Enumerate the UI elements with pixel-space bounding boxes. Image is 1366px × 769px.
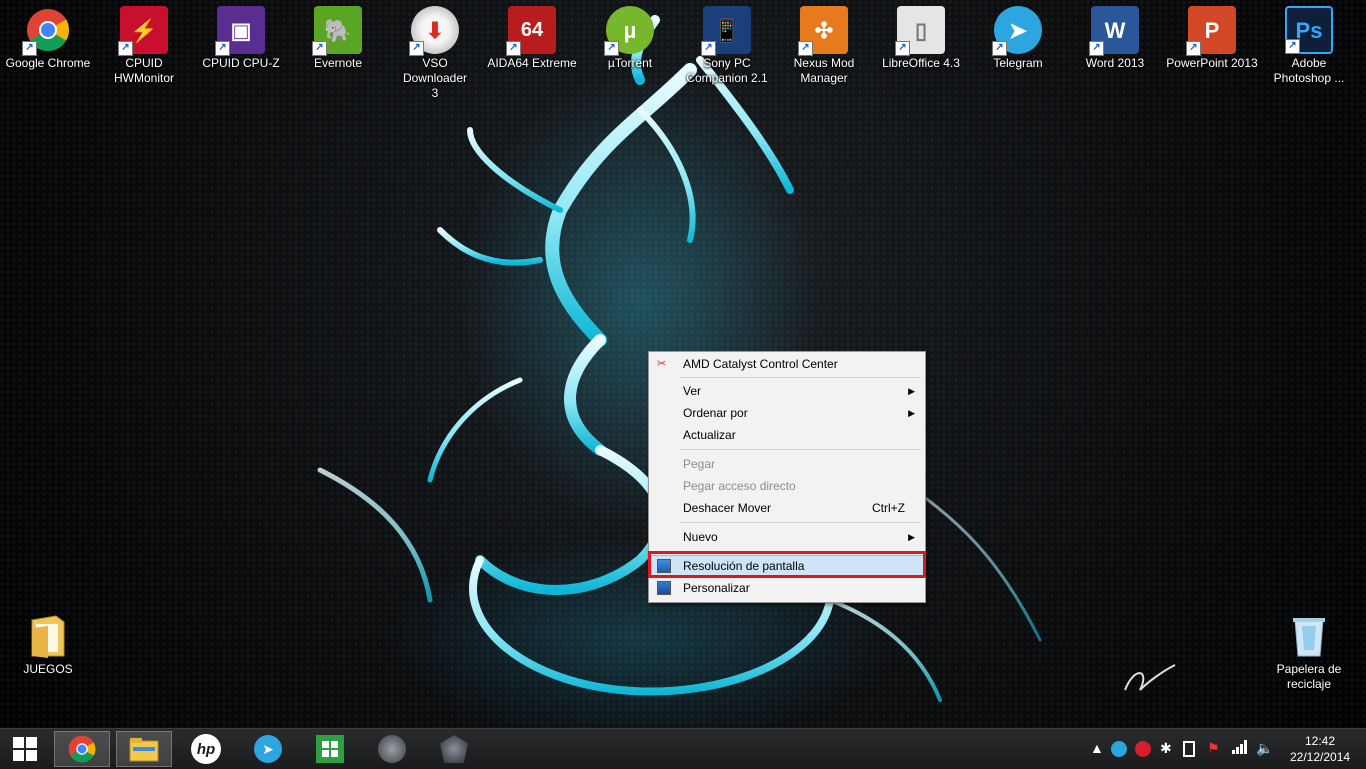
sony-pc-companion-icon: 📱 ↗ [701, 6, 751, 56]
icon-label: CPUID CPU-Z [202, 56, 280, 70]
bluetooth-icon[interactable]: ✱ [1160, 740, 1172, 758]
icon-label: CPUID HWMonitor [113, 56, 174, 85]
game-icon-2 [440, 735, 468, 763]
taskbar-file-explorer[interactable] [116, 731, 172, 767]
desktop-icon-libreoffice[interactable]: ▯ ↗ LibreOffice 4.3 [875, 0, 967, 71]
desktop-icon-adobe-photoshop[interactable]: Ps ↗ Adobe Photoshop ... [1263, 0, 1355, 86]
store-icon [316, 735, 344, 763]
icon-label: Word 2013 [1085, 56, 1145, 70]
menu-item-pegar: Pegar [683, 457, 716, 471]
icon-label: Telegram [993, 56, 1043, 70]
desktop-icon-powerpoint-2013[interactable]: P ↗ PowerPoint 2013 [1166, 0, 1258, 71]
taskbar-game-2[interactable] [426, 731, 482, 767]
chrome-icon: ↗ [22, 6, 72, 56]
menu-item-amd-catalyst[interactable]: ✂ AMD Catalyst Control Center [651, 354, 923, 374]
desktop-icon-google-chrome[interactable]: ↗ Google Chrome [2, 0, 94, 71]
evernote-icon: 🐘 ↗ [312, 6, 362, 56]
icon-label: Google Chrome [5, 56, 91, 70]
action-center-flag-icon[interactable]: ⚑ [1207, 740, 1220, 758]
windows-logo-icon [13, 737, 37, 761]
desktop-icon-juegos-folder[interactable]: JUEGOS [2, 606, 94, 677]
desktop[interactable]: ↗ Google Chrome ⚡ ↗ CPUID HWMonitor ▣ ↗ CP… [0, 0, 1366, 728]
show-hidden-icons-icon[interactable]: ▲ [1090, 740, 1104, 758]
menu-item-ordenar-por[interactable]: Ordenar por ▶ [651, 403, 923, 423]
menu-item-pegar-acceso-directo: Pegar acceso directo [683, 479, 796, 493]
start-button[interactable] [0, 731, 50, 767]
hp-icon: hp [191, 734, 221, 764]
icon-label: µTorrent [607, 56, 653, 70]
desktop-icon-word-2013[interactable]: W ↗ Word 2013 [1069, 0, 1161, 71]
taskbar-game-1[interactable] [364, 731, 420, 767]
menu-item-nuevo[interactable]: Nuevo ▶ [651, 527, 923, 547]
menu-separator [679, 522, 921, 523]
file-explorer-icon [129, 738, 159, 762]
tray-beats-audio-icon[interactable] [1135, 741, 1151, 757]
taskbar-store[interactable] [302, 731, 358, 767]
submenu-arrow-icon: ▶ [908, 408, 915, 418]
menu-separator [679, 449, 921, 450]
menu-separator [679, 377, 921, 378]
game-icon-1 [378, 735, 406, 763]
desktop-icon-sony-pc-companion[interactable]: 📱 ↗ Sony PC Companion 2.1 [681, 0, 773, 86]
clock-time: 12:42 [1304, 734, 1336, 748]
taskbar-telegram[interactable]: ➤ [240, 731, 296, 767]
desktop-icon-nexus-mod-manager[interactable]: ✣ ↗ Nexus Mod Manager [778, 0, 870, 86]
menu-item-personalizar[interactable]: Personalizar [651, 578, 923, 598]
tray-telegram-icon[interactable] [1111, 741, 1127, 757]
battery-icon[interactable] [1183, 741, 1195, 757]
red-highlight-annotation [648, 551, 926, 578]
chrome-icon [68, 735, 96, 763]
menu-item-deshacer-mover[interactable]: Deshacer Mover Ctrl+Z [651, 498, 923, 518]
personalize-icon [657, 581, 671, 595]
taskbar: hp ➤ ▲ ✱ ⚑ 🔈 12:42 22/12/2014 [0, 728, 1366, 769]
icon-label: Nexus Mod Manager [793, 56, 855, 85]
libreoffice-icon: ▯ ↗ [895, 6, 945, 56]
menu-item-ver[interactable]: Ver ▶ [651, 381, 923, 401]
telegram-icon: ➤ [254, 735, 282, 763]
powerpoint-icon: P ↗ [1186, 6, 1236, 56]
nexus-mod-manager-icon: ✣ ↗ [798, 6, 848, 56]
aida64-icon: 64 ↗ [506, 6, 556, 56]
network-signal-icon[interactable] [1232, 740, 1248, 758]
icon-label: Evernote [313, 56, 363, 70]
desktop-icon-utorrent[interactable]: µ ↗ µTorrent [584, 0, 676, 71]
desktop-icon-aida64[interactable]: 64 ↗ AIDA64 Extreme [486, 0, 578, 71]
utorrent-icon: µ ↗ [604, 6, 654, 56]
icon-label: Adobe Photoshop ... [1273, 56, 1345, 85]
icon-label: VSO Downloader 3 [402, 56, 468, 100]
system-clock[interactable]: 12:42 22/12/2014 [1290, 733, 1350, 765]
artist-signature [1124, 664, 1176, 691]
volume-icon[interactable]: 🔈 [1256, 740, 1273, 758]
hwmonitor-icon: ⚡ ↗ [118, 6, 168, 56]
telegram-icon: ➤ ↗ [992, 6, 1042, 56]
menu-item-actualizar[interactable]: Actualizar [651, 425, 923, 445]
icon-label: JUEGOS [23, 662, 73, 676]
desktop-icon-recycle-bin[interactable]: Papelera de reciclaje [1263, 606, 1355, 692]
desktop-icon-cpuid-hwmonitor[interactable]: ⚡ ↗ CPUID HWMonitor [98, 0, 190, 86]
folder-icon [24, 612, 72, 660]
taskbar-chrome[interactable] [54, 731, 110, 767]
taskbar-hp[interactable]: hp [178, 731, 234, 767]
icon-label: Papelera de reciclaje [1276, 662, 1342, 691]
photoshop-icon: Ps ↗ [1285, 6, 1333, 54]
icon-label: LibreOffice 4.3 [882, 56, 960, 70]
desktop-icon-vso-downloader[interactable]: ⬇ ↗ VSO Downloader 3 [389, 0, 481, 101]
icon-label: PowerPoint 2013 [1166, 56, 1258, 70]
vso-downloader-icon: ⬇ ↗ [409, 6, 459, 56]
submenu-arrow-icon: ▶ [908, 532, 915, 542]
clock-date: 22/12/2014 [1290, 750, 1351, 764]
shortcut-hint: Ctrl+Z [872, 501, 905, 515]
cpuz-icon: ▣ ↗ [215, 6, 265, 56]
word-icon: W ↗ [1089, 6, 1139, 56]
desktop-icon-telegram[interactable]: ➤ ↗ Telegram [972, 0, 1064, 71]
recycle-bin-icon [1285, 612, 1333, 660]
icon-label: AIDA64 Extreme [487, 56, 577, 70]
desktop-icon-evernote[interactable]: 🐘 ↗ Evernote [292, 0, 384, 71]
amd-catalyst-icon: ✂ [657, 358, 667, 370]
desktop-icon-cpuid-cpuz[interactable]: ▣ ↗ CPUID CPU-Z [195, 0, 287, 71]
icon-label: Sony PC Companion 2.1 [686, 56, 768, 85]
submenu-arrow-icon: ▶ [908, 386, 915, 396]
